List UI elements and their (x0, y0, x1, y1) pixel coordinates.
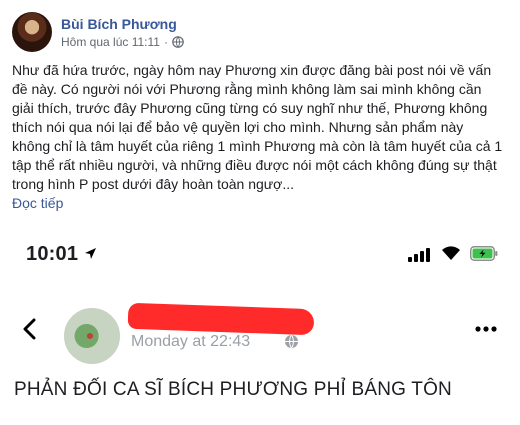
post-body-line: đề này. Có người nói với Phương rằng mìn… (12, 81, 482, 97)
post-body-line: thích nói qua nói lại để bảo vệ quyền lợ… (12, 119, 464, 135)
author-name[interactable]: Bùi Bích Phương (61, 15, 184, 33)
post-body-line: trong hình P post dưới đây hoàn toàn ngư… (12, 176, 295, 192)
avatar-dot (87, 333, 93, 339)
wifi-icon (442, 246, 460, 260)
post-body-line: Như đã hứa trước, ngày hôm nay Phương xi… (12, 62, 492, 78)
post-body-line: giải thích, trước đây Phương cũng từng c… (12, 100, 488, 116)
signal-icon (408, 246, 430, 262)
poster-timestamp[interactable]: Monday at 22:43 (131, 333, 250, 351)
battery-icon (470, 246, 498, 261)
post-header: Bùi Bích Phương Hôm qua lúc 11:11 · (12, 10, 184, 54)
attached-screenshot[interactable]: 10:01 Monday at 22:43 PHẢN ĐỐI CA SĨ BÍC… (0, 222, 520, 425)
location-arrow-icon (85, 248, 96, 259)
post-body: Như đã hứa trước, ngày hôm nay Phương xi… (12, 61, 508, 194)
author-avatar[interactable] (12, 12, 52, 52)
globe-icon (285, 334, 298, 349)
screenshot-post-title: PHẢN ĐỐI CA SĨ BÍCH PHƯƠNG PHỈ BÁNG TÔN (14, 379, 452, 400)
back-icon[interactable] (22, 318, 36, 340)
post-meta: Bùi Bích Phương Hôm qua lúc 11:11 · (61, 15, 184, 50)
poster-avatar[interactable] (64, 308, 120, 364)
post-body-line: không chỉ là tâm huyết của riêng 1 mình … (12, 138, 503, 154)
post-body-line: tập thể rất nhiều người, và những điều đ… (12, 157, 497, 173)
more-icon[interactable] (475, 326, 497, 332)
post-timestamp[interactable]: Hôm qua lúc 11:11 (61, 34, 160, 50)
redacted-name (127, 302, 315, 336)
globe-icon[interactable] (172, 35, 184, 48)
post-timestamp-row: Hôm qua lúc 11:11 · (61, 34, 184, 50)
read-more-link[interactable]: Đọc tiếp (12, 194, 63, 212)
facebook-post: Bùi Bích Phương Hôm qua lúc 11:11 · Như … (0, 0, 520, 425)
status-bar-time: 10:01 (26, 243, 79, 265)
separator: · (163, 34, 168, 49)
